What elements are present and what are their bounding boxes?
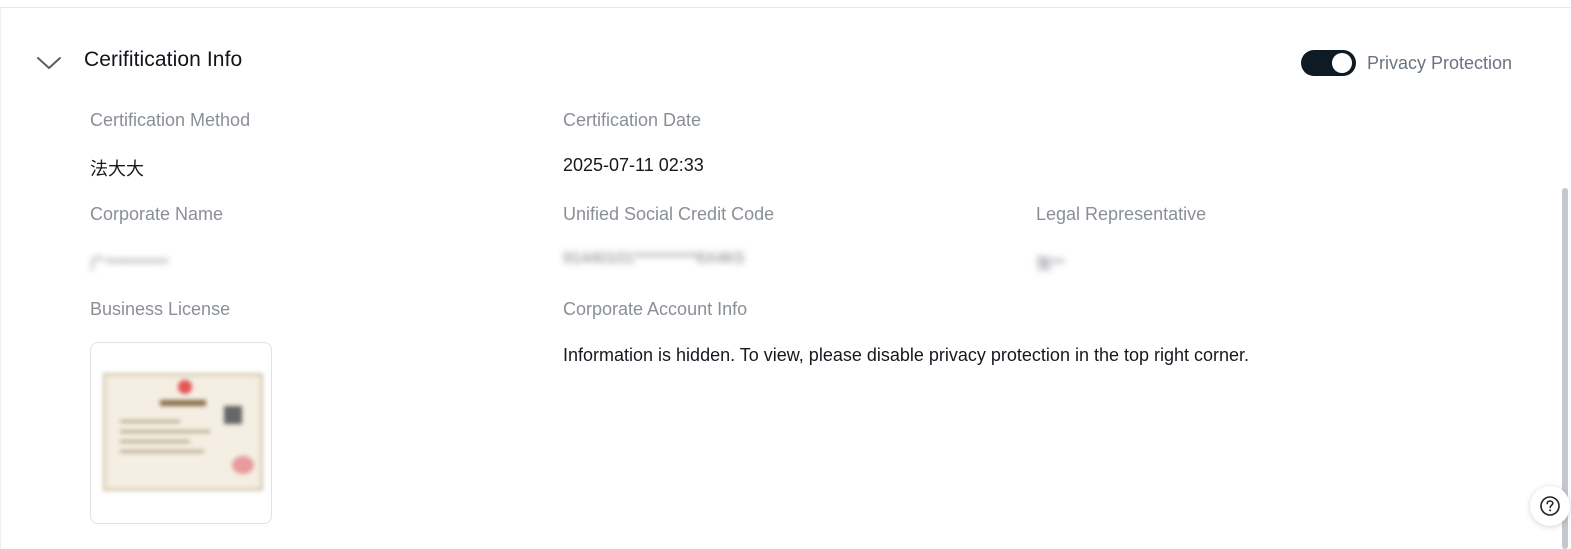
toggle-knob — [1332, 53, 1352, 73]
legal-representative-value: 张** — [1036, 256, 1065, 273]
certification-date-value: 2025-07-11 02:33 — [563, 155, 704, 175]
corporate-account-label: Corporate Account Info — [563, 299, 748, 319]
help-button[interactable] — [1530, 486, 1570, 526]
privacy-protection-toggle[interactable] — [1301, 50, 1356, 76]
business-license-thumbnail[interactable] — [90, 342, 272, 524]
corporate-name-value: 广********** — [90, 256, 169, 273]
question-circle-icon — [1540, 496, 1560, 516]
privacy-protection-label: Privacy Protection — [1367, 52, 1513, 73]
business-license-label: Business License — [90, 299, 231, 319]
privacy-protection-control: Privacy Protection — [1301, 50, 1512, 76]
certification-date-field: Certification Date 2025-07-11 02:33 — [563, 110, 704, 176]
corporate-name-label: Corporate Name — [90, 204, 224, 224]
top-divider — [0, 0, 1571, 8]
section-header: Cerifitication Info Privacy Protection — [0, 38, 1571, 86]
certification-date-label: Certification Date — [563, 110, 702, 130]
corporate-name-field: Corporate Name 广********** — [90, 204, 223, 274]
corporate-account-value: Information is hidden. To view, please d… — [563, 345, 1250, 365]
legal-representative-label: Legal Representative — [1036, 204, 1207, 224]
certification-method-label: Certification Method — [90, 110, 251, 130]
left-divider — [0, 8, 4, 549]
business-license-image — [103, 373, 263, 491]
credit-code-value: 91440101**********6X4K5 — [563, 250, 745, 267]
certification-method-value: 法大大 — [90, 159, 144, 179]
business-license-field: Business License — [90, 299, 230, 320]
credit-code-label: Unified Social Credit Code — [563, 204, 775, 224]
chevron-down-icon[interactable] — [36, 50, 62, 76]
certification-method-field: Certification Method 法大大 — [90, 110, 250, 181]
corporate-account-field: Corporate Account Info Information is hi… — [563, 299, 1249, 366]
credit-code-field: Unified Social Credit Code 91440101*****… — [563, 204, 774, 268]
section-title: Cerifitication Info — [84, 48, 243, 71]
legal-representative-field: Legal Representative 张** — [1036, 204, 1206, 274]
